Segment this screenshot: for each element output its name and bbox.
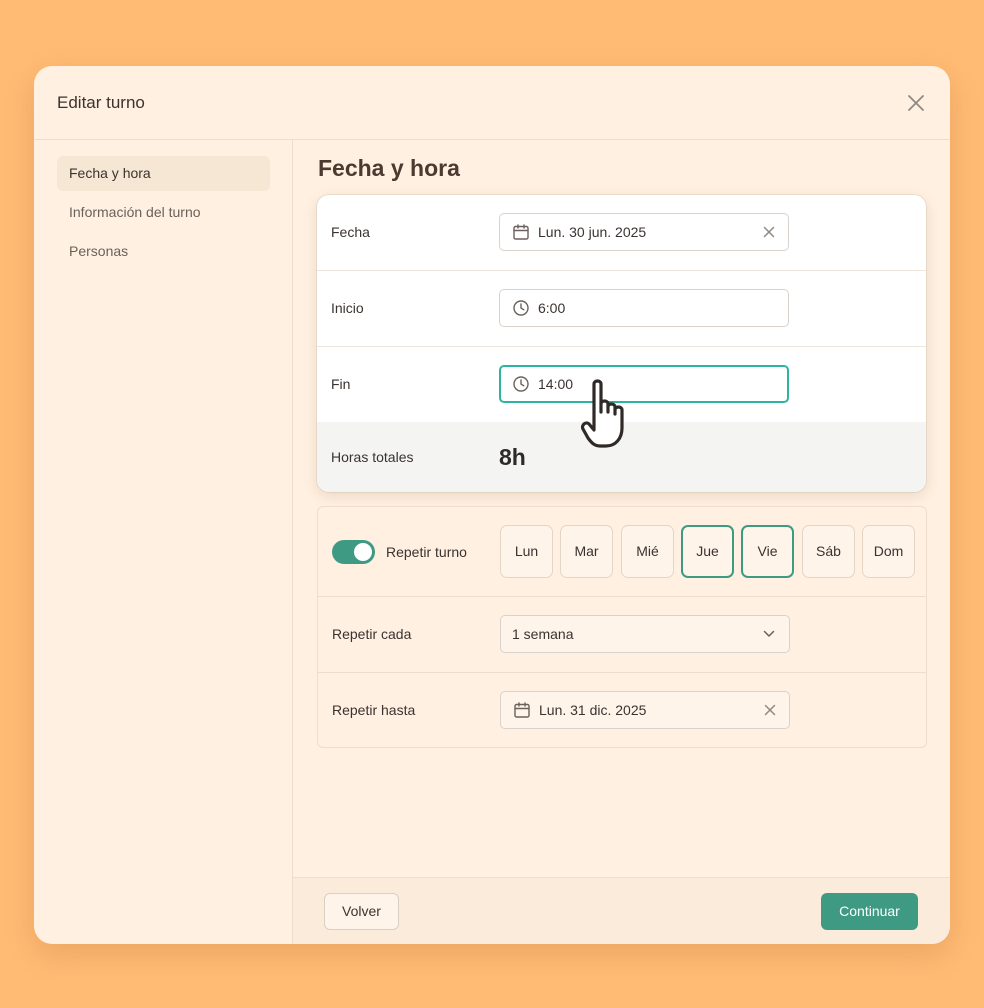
repeat-until-label: Repetir hasta	[332, 702, 416, 718]
inicio-label: Inicio	[331, 300, 364, 316]
fin-value: 14:00	[538, 376, 574, 392]
fecha-label: Fecha	[331, 224, 370, 240]
modal-header: Editar turno	[34, 66, 950, 140]
repeat-until-value: Lun. 31 dic. 2025	[539, 702, 647, 718]
inicio-value: 6:00	[538, 300, 566, 316]
clear-icon[interactable]	[764, 704, 776, 716]
fecha-field[interactable]: Lun. 30 jun. 2025	[499, 213, 789, 251]
inicio-row: Inicio 6:00	[317, 271, 926, 347]
inicio-field[interactable]: 6:00	[499, 289, 789, 327]
repeat-card: Repetir turno Lun Mar Mié Jue Vie Sáb Do…	[317, 506, 927, 748]
calendar-icon	[513, 224, 529, 240]
sidebar-item-informacion-del-turno[interactable]: Información del turno	[57, 195, 270, 230]
repeat-every-value: 1 semana	[512, 626, 574, 642]
repeat-every-row: Repetir cada 1 semana	[318, 597, 926, 673]
clear-icon[interactable]	[763, 226, 775, 238]
day-mar[interactable]: Mar	[560, 525, 613, 578]
repeat-every-select[interactable]: 1 semana	[500, 615, 790, 653]
clock-icon	[513, 300, 529, 316]
close-icon[interactable]	[906, 93, 926, 113]
repeat-toggle-row: Repetir turno Lun Mar Mié Jue Vie Sáb Do…	[318, 507, 926, 597]
day-mie[interactable]: Mié	[621, 525, 674, 578]
back-button[interactable]: Volver	[324, 893, 399, 930]
total-hours-value: 8h	[499, 444, 526, 470]
sidebar: Fecha y hora Información del turno Perso…	[34, 140, 293, 944]
day-sab[interactable]: Sáb	[802, 525, 855, 578]
day-lun[interactable]: Lun	[500, 525, 553, 578]
repeat-toggle-label: Repetir turno	[386, 544, 467, 560]
toggle-knob	[354, 543, 372, 561]
chevron-down-icon	[763, 630, 775, 637]
total-hours-label: Horas totales	[331, 449, 414, 465]
fin-label: Fin	[331, 376, 351, 392]
fin-field[interactable]: 14:00	[499, 365, 789, 403]
repeat-until-row: Repetir hasta Lun. 31 dic. 2025	[318, 673, 926, 748]
continue-button[interactable]: Continuar	[821, 893, 918, 930]
fecha-row: Fecha Lun. 30 jun. 2025	[317, 195, 926, 271]
sidebar-item-fecha-y-hora[interactable]: Fecha y hora	[57, 156, 270, 191]
section-title: Fecha y hora	[318, 155, 460, 181]
sidebar-item-personas[interactable]: Personas	[57, 234, 270, 269]
day-dom[interactable]: Dom	[862, 525, 915, 578]
repeat-every-label: Repetir cada	[332, 626, 412, 642]
calendar-icon	[514, 702, 530, 718]
repeat-toggle[interactable]	[332, 540, 375, 564]
main-content: Fecha y hora Fecha Lun. 30 jun. 2025 Ini…	[293, 140, 950, 877]
repeat-until-field[interactable]: Lun. 31 dic. 2025	[500, 691, 790, 729]
hand-pointer-icon	[580, 379, 624, 448]
modal-title: Editar turno	[57, 93, 145, 112]
clock-icon	[513, 376, 529, 392]
day-vie[interactable]: Vie	[741, 525, 794, 578]
modal-footer: Volver Continuar	[293, 877, 950, 944]
fecha-value: Lun. 30 jun. 2025	[538, 224, 647, 240]
day-jue[interactable]: Jue	[681, 525, 734, 578]
edit-shift-modal: Editar turno Fecha y hora Información de…	[34, 66, 950, 944]
